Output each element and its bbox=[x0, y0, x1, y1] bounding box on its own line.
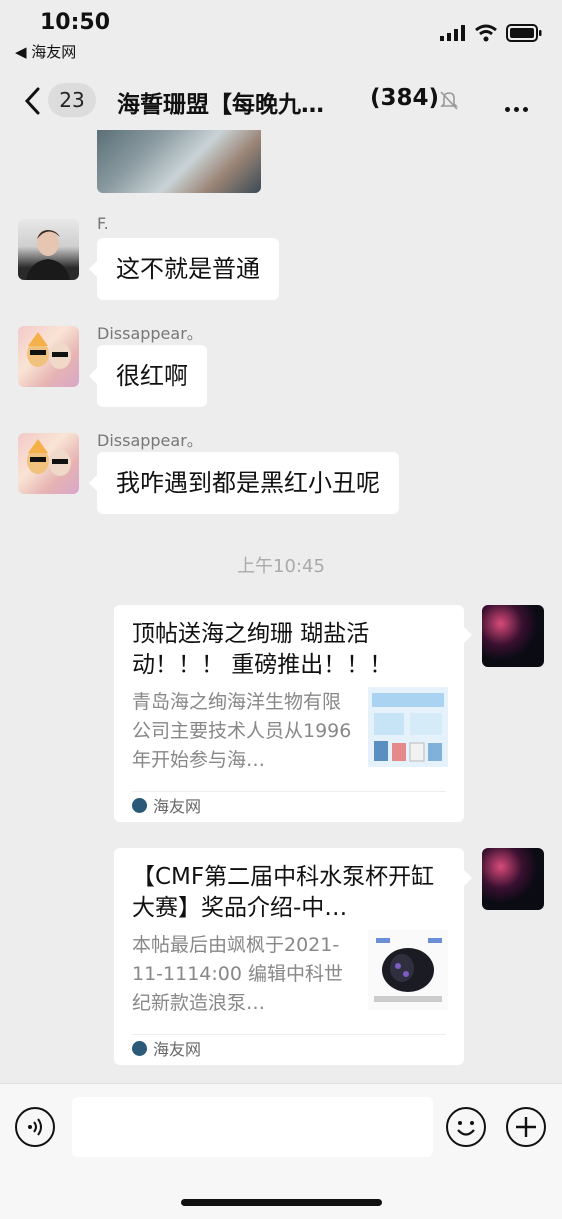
back-to-app-link[interactable]: ◀ 海友网 bbox=[15, 41, 76, 62]
card-title: 顶帖送海之绚珊 瑚盐活动！！！ 重磅推出！！！ bbox=[132, 621, 393, 678]
card-description: 青岛海之绚海洋生物有限公司主要技术人员从1996年开始参与海… bbox=[132, 691, 352, 771]
message-input[interactable] bbox=[72, 1097, 433, 1157]
member-count: (384) bbox=[370, 85, 440, 111]
voice-icon[interactable] bbox=[15, 1107, 55, 1147]
card-divider bbox=[132, 1034, 446, 1035]
source-icon bbox=[132, 797, 147, 813]
chat-title[interactable]: 海誓珊盟【每晚九… bbox=[117, 85, 357, 119]
unread-badge[interactable]: 23 bbox=[48, 83, 96, 117]
battery-icon bbox=[506, 24, 542, 42]
signal-icon bbox=[440, 25, 465, 41]
link-card[interactable]: 【CMF第二届中科水泵杯开缸大赛】奖品介绍-中… 本帖最后由飒枫于2021-11… bbox=[114, 848, 472, 1065]
card-source: 海友网 bbox=[132, 1036, 201, 1060]
card-thumbnail bbox=[368, 687, 448, 767]
card-divider bbox=[132, 791, 446, 792]
status-icons bbox=[440, 24, 542, 42]
more-icon[interactable] bbox=[505, 97, 532, 116]
message-bubble[interactable]: 这不就是普通 bbox=[89, 238, 279, 300]
back-chevron-icon[interactable] bbox=[20, 84, 48, 118]
chat-header: 23 海誓珊盟【每晚九… (384) bbox=[0, 72, 562, 130]
wifi-icon bbox=[475, 24, 497, 42]
avatar[interactable] bbox=[18, 326, 79, 387]
avatar[interactable] bbox=[18, 433, 79, 494]
sender-name: Dissappear。 bbox=[97, 324, 203, 343]
card-source-label: 海友网 bbox=[153, 797, 202, 816]
emoji-icon[interactable] bbox=[446, 1107, 486, 1147]
card-thumbnail bbox=[368, 930, 448, 1010]
status-time: 10:50 bbox=[40, 10, 111, 35]
message-bubble[interactable]: 我咋遇到都是黑红小丑呢 bbox=[89, 452, 399, 514]
avatar[interactable] bbox=[18, 219, 79, 280]
image-message[interactable] bbox=[97, 130, 261, 193]
link-card[interactable]: 顶帖送海之绚珊 瑚盐活动！！！ 重磅推出！！！ 青岛海之绚海洋生物有限公司主要技… bbox=[114, 605, 472, 822]
message-bubble[interactable]: 很红啊 bbox=[89, 345, 207, 407]
self-avatar[interactable] bbox=[482, 605, 544, 667]
sender-name: F. bbox=[97, 214, 109, 233]
home-indicator[interactable] bbox=[181, 1199, 382, 1206]
time-separator: 上午10:45 bbox=[237, 556, 325, 577]
plus-icon[interactable] bbox=[506, 1107, 546, 1147]
card-description: 本帖最后由飒枫于2021-11-1114:00 编辑中科世纪新款造浪泵… bbox=[132, 934, 344, 1014]
mute-icon bbox=[440, 91, 458, 110]
self-avatar[interactable] bbox=[482, 848, 544, 910]
source-icon bbox=[132, 1040, 147, 1056]
card-source-label: 海友网 bbox=[153, 1040, 202, 1059]
card-title: 【CMF第二届中科水泵杯开缸大赛】奖品介绍-中… bbox=[132, 864, 435, 921]
card-source: 海友网 bbox=[132, 793, 201, 817]
sender-name: Dissappear。 bbox=[97, 431, 203, 450]
